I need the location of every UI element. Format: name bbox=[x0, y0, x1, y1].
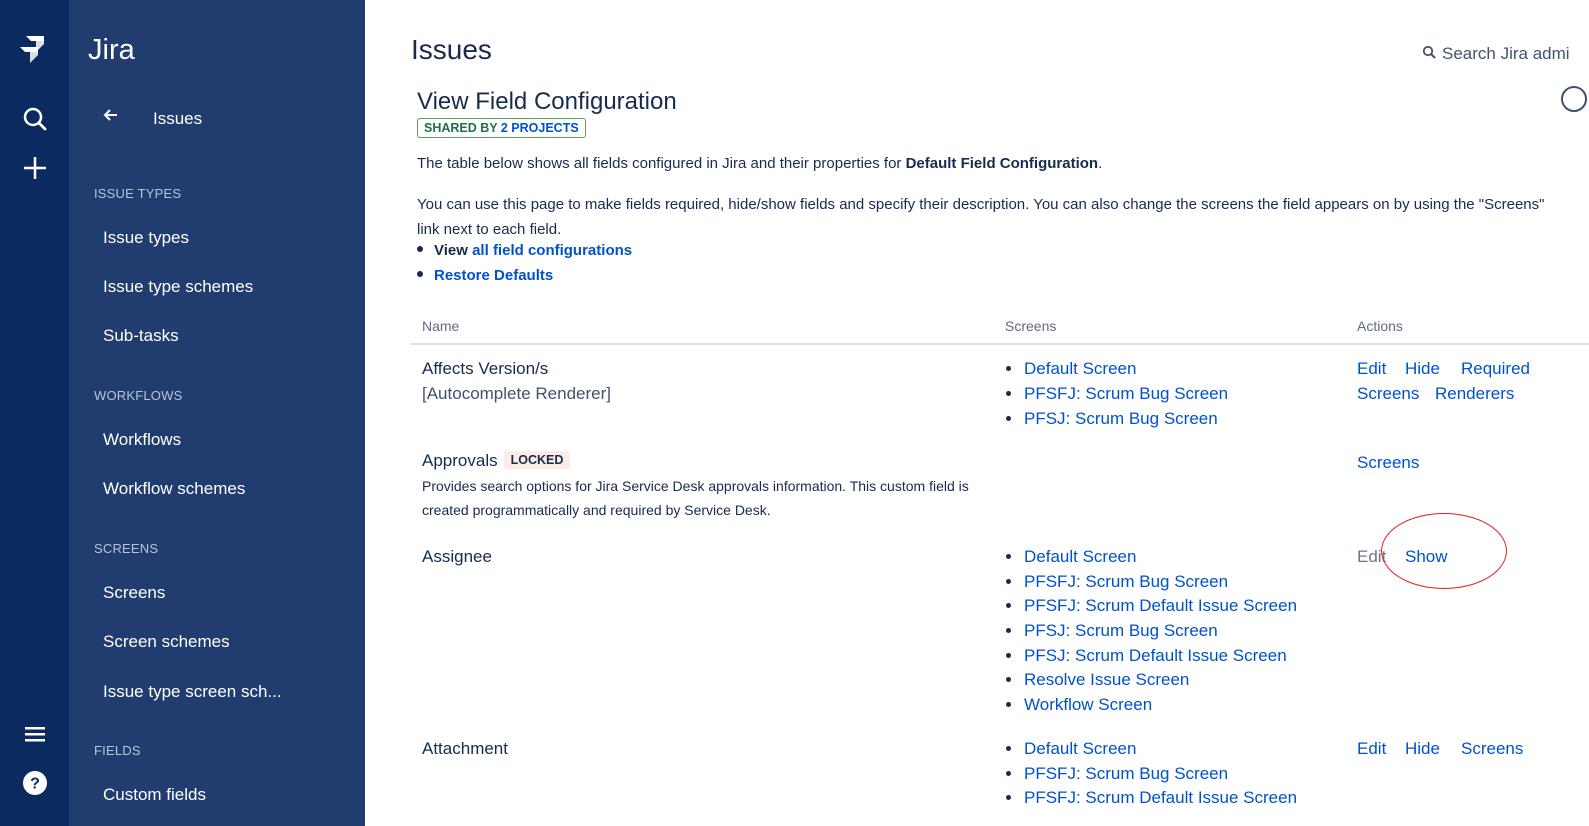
edit-action[interactable]: Edit bbox=[1357, 359, 1386, 379]
screen-link[interactable]: PFSJ: Scrum Bug Screen bbox=[1006, 409, 1218, 429]
restore-defaults-link[interactable]: Restore Defaults bbox=[434, 267, 553, 284]
arrow-left-icon bbox=[103, 108, 119, 127]
col-name: Name bbox=[422, 318, 460, 334]
help-circle-icon[interactable] bbox=[1561, 86, 1587, 112]
help-icon[interactable]: ? bbox=[0, 768, 69, 798]
section-fields: FIELDS bbox=[94, 743, 141, 758]
view-prefix: View bbox=[434, 242, 473, 259]
back-to-issues[interactable]: Issues bbox=[103, 108, 202, 128]
global-rail: ? bbox=[0, 0, 69, 826]
screen-link[interactable]: PFSFJ: Scrum Default Issue Screen bbox=[1006, 788, 1297, 808]
screen-link[interactable]: Workflow Screen bbox=[1006, 695, 1152, 715]
field-name: Assignee bbox=[422, 547, 492, 566]
svg-text:?: ? bbox=[30, 776, 40, 793]
sidebar-item-workflows[interactable]: Workflows bbox=[103, 430, 181, 450]
annotation-circle bbox=[1381, 513, 1507, 589]
screen-link[interactable]: Default Screen bbox=[1006, 359, 1136, 379]
field-renderer: [Autocomplete Renderer] bbox=[422, 384, 611, 403]
plus-icon[interactable] bbox=[0, 153, 69, 183]
back-label: Issues bbox=[153, 109, 203, 128]
menu-icon[interactable] bbox=[0, 720, 69, 748]
config-name: Default Field Configuration bbox=[905, 155, 1099, 172]
shared-prefix: SHARED BY bbox=[424, 121, 501, 135]
sidebar-item-issue-types[interactable]: Issue types bbox=[103, 228, 189, 248]
sidebar-item-workflow-schemes[interactable]: Workflow schemes bbox=[103, 479, 245, 499]
renderers-action[interactable]: Renderers bbox=[1435, 384, 1514, 404]
screen-link[interactable]: PFSFJ: Scrum Bug Screen bbox=[1006, 764, 1228, 784]
sidebar: Jira Issues ISSUE TYPES Issue types Issu… bbox=[69, 0, 365, 826]
jira-logo-icon[interactable] bbox=[0, 30, 69, 70]
shared-projects-link[interactable]: 2 PROJECTS bbox=[501, 121, 579, 135]
search-label: Search Jira admi bbox=[1442, 44, 1570, 63]
sidebar-item-screens[interactable]: Screens bbox=[103, 583, 165, 603]
config-heading: View Field Configuration bbox=[417, 88, 677, 115]
screen-link[interactable]: PFSJ: Scrum Default Issue Screen bbox=[1006, 646, 1287, 666]
sidebar-item-custom-fields[interactable]: Custom fields bbox=[103, 785, 206, 805]
screen-link[interactable]: Resolve Issue Screen bbox=[1006, 670, 1189, 690]
required-action[interactable]: Required bbox=[1461, 359, 1530, 379]
sidebar-item-screen-schemes[interactable]: Screen schemes bbox=[103, 632, 230, 652]
intro-suffix: . bbox=[1098, 155, 1103, 172]
field-name: Approvals LOCKED bbox=[422, 451, 571, 471]
sidebar-brand: Jira bbox=[88, 34, 135, 66]
col-screens: Screens bbox=[1005, 318, 1057, 334]
page-title: Issues bbox=[411, 34, 492, 65]
section-workflows: WORKFLOWS bbox=[94, 388, 183, 403]
admin-search[interactable]: Search Jira admi bbox=[1422, 44, 1570, 64]
sidebar-item-issue-type-screen-schemes[interactable]: Issue type screen sch... bbox=[103, 682, 282, 702]
sidebar-item-sub-tasks[interactable]: Sub-tasks bbox=[103, 326, 179, 346]
screen-link[interactable]: PFSFJ: Scrum Default Issue Screen bbox=[1006, 596, 1297, 616]
view-all-configs-link[interactable]: all field configurations bbox=[472, 242, 632, 259]
field-description: Provides search options for Jira Service… bbox=[422, 478, 969, 518]
col-actions: Actions bbox=[1357, 318, 1403, 334]
screen-link[interactable]: Default Screen bbox=[1006, 547, 1136, 567]
field-name-text: Approvals bbox=[422, 451, 498, 470]
shared-badge[interactable]: SHARED BY 2 PROJECTS bbox=[417, 118, 586, 138]
search-icon bbox=[1422, 44, 1436, 64]
view-all-configs-item: View all field configurations bbox=[417, 242, 632, 259]
section-issue-types: ISSUE TYPES bbox=[94, 186, 182, 201]
restore-defaults-item: Restore Defaults bbox=[417, 267, 553, 284]
field-name: Affects Version/s bbox=[422, 359, 549, 378]
description-text: You can use this page to make fields req… bbox=[417, 196, 1545, 238]
screens-action[interactable]: Screens bbox=[1357, 453, 1419, 473]
hide-action[interactable]: Hide bbox=[1405, 739, 1440, 759]
main-content: Issues Search Jira admi View Field Confi… bbox=[365, 0, 1589, 826]
screen-link[interactable]: PFSJ: Scrum Bug Screen bbox=[1006, 621, 1218, 641]
locked-badge: LOCKED bbox=[503, 451, 571, 469]
screen-link[interactable]: Default Screen bbox=[1006, 739, 1136, 759]
table-header-divider bbox=[411, 343, 1589, 345]
edit-action[interactable]: Edit bbox=[1357, 739, 1386, 759]
screen-link[interactable]: PFSFJ: Scrum Bug Screen bbox=[1006, 572, 1228, 592]
sidebar-item-issue-type-schemes[interactable]: Issue type schemes bbox=[103, 277, 253, 297]
section-screens: SCREENS bbox=[94, 541, 159, 556]
intro-prefix: The table below shows all fields configu… bbox=[417, 155, 906, 172]
screen-link[interactable]: PFSFJ: Scrum Bug Screen bbox=[1006, 384, 1228, 404]
hide-action[interactable]: Hide bbox=[1405, 359, 1440, 379]
screens-action[interactable]: Screens bbox=[1461, 739, 1523, 759]
intro-text: The table below shows all fields configu… bbox=[417, 155, 1102, 172]
screens-action[interactable]: Screens bbox=[1357, 384, 1419, 404]
field-name: Attachment bbox=[422, 739, 508, 758]
search-icon[interactable] bbox=[0, 104, 69, 134]
